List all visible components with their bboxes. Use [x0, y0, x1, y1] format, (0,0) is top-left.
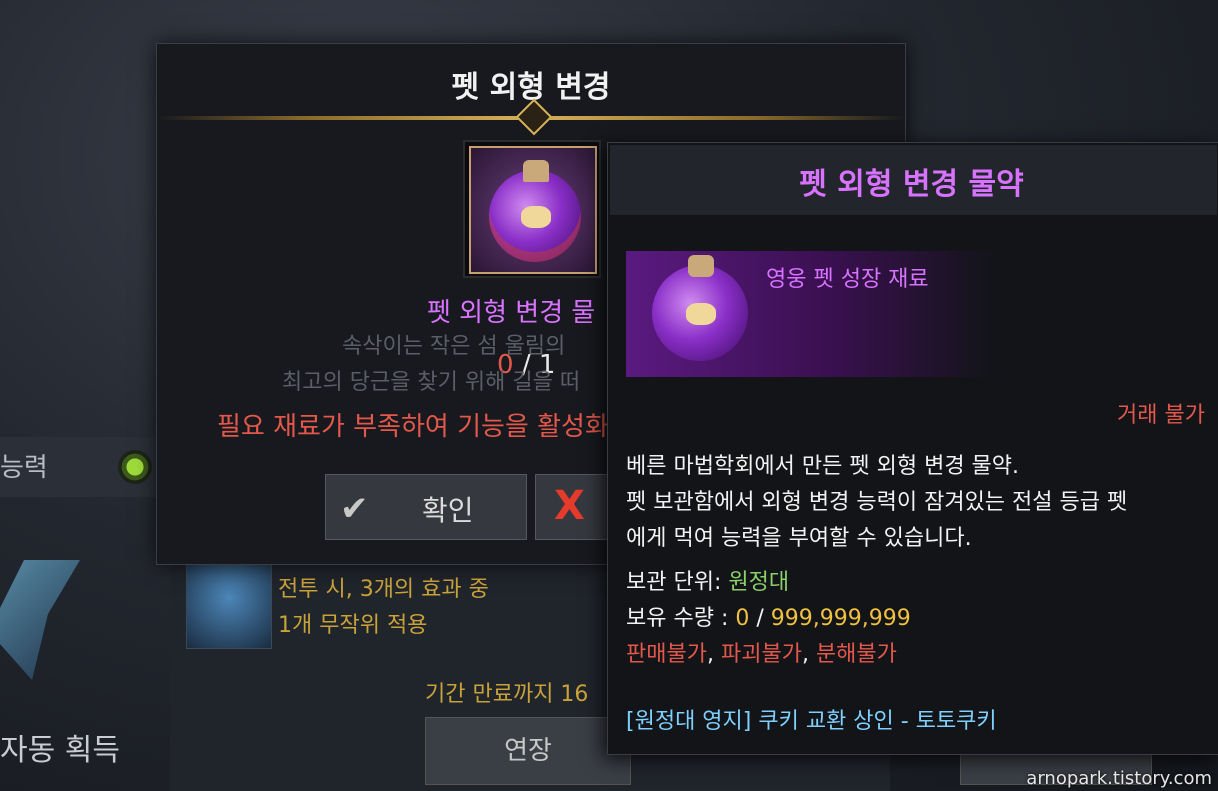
feather-skill-icon — [0, 560, 80, 680]
owned-max: 999,999,999 — [770, 606, 911, 631]
material-name: 펫 외형 변경 물 — [427, 298, 596, 328]
potion-cork — [688, 255, 714, 277]
ability-tab-label: 능력 — [0, 453, 48, 483]
item-tooltip: 펫 외형 변경 물약 영웅 펫 성장 재료 거래 불가 베른 마법학회에서 만든… — [607, 142, 1218, 755]
item-description: 베른 마법학회에서 만든 펫 외형 변경 물약. 펫 보관함에서 외형 변경 능… — [626, 449, 1206, 557]
storage-unit-row: 보관 단위: 원정대 — [626, 565, 911, 601]
pet-skill-description: 전투 시, 3개의 효과 중 1개 무작위 적용 — [278, 577, 489, 638]
comma: , — [706, 642, 721, 667]
comma: , — [801, 642, 816, 667]
expire-countdown: 기간 만료까지 16 — [425, 682, 589, 707]
storage-label: 보관 단위: — [626, 570, 729, 595]
owned-quantity-row: 보유 수량 : 0 / 999,999,999 — [626, 601, 911, 637]
pet-skill-icon — [186, 563, 272, 649]
item-stats: 보관 단위: 원정대 보유 수량 : 0 / 999,999,999 판매불가,… — [626, 565, 911, 673]
extend-button[interactable]: 연장 — [425, 717, 631, 785]
restrictions-row: 판매불가, 파괴불가, 분해불가 — [626, 637, 911, 673]
trade-status: 거래 불가 — [1117, 403, 1205, 428]
confirm-label: 확인 — [422, 494, 474, 527]
potion-ribbon — [686, 303, 716, 325]
gear-icon[interactable] — [118, 450, 152, 484]
acquisition-source: [원정대 영지] 쿠키 교환 상인 - 토토쿠키 — [626, 709, 997, 734]
owned-value: 0 — [735, 606, 750, 631]
confirm-button[interactable]: ✔ 확인 — [325, 474, 527, 540]
cancel-button[interactable]: X — [535, 474, 617, 540]
no-sell-tag: 판매불가 — [626, 642, 707, 667]
item-grade: 영웅 펫 성장 재료 — [766, 267, 929, 292]
faded-flavor-text-2: 최고의 당근을 찾기 위해 길을 떠 — [282, 370, 581, 395]
tooltip-title: 펫 외형 변경 물약 — [799, 167, 1024, 202]
potion-item-icon — [469, 146, 597, 274]
dialog-title: 펫 외형 변경 — [451, 70, 611, 105]
description-line: 베른 마법학회에서 만든 펫 외형 변경 물약. — [626, 454, 1020, 479]
no-destroy-tag: 파괴불가 — [720, 642, 802, 667]
potion-cork — [523, 160, 549, 182]
owned-separator: / — [749, 606, 771, 631]
description-line: 펫 보관함에서 외형 변경 능력이 잠겨있는 전설 등급 펫 — [626, 490, 1128, 515]
potion-ribbon — [521, 206, 551, 228]
watermark: arnopark.tistory.com — [1026, 768, 1212, 789]
check-icon: ✔ — [340, 489, 369, 529]
no-disassemble-tag: 분해불가 — [815, 642, 897, 667]
material-slot[interactable] — [463, 140, 601, 278]
owned-label: 보유 수량 : — [626, 606, 736, 631]
description-line: 에게 먹여 능력을 부여할 수 있습니다. — [626, 526, 972, 551]
close-icon: X — [554, 483, 585, 529]
storage-value: 원정대 — [728, 570, 790, 595]
auto-acquire-label: 자동 획득 — [0, 733, 120, 768]
